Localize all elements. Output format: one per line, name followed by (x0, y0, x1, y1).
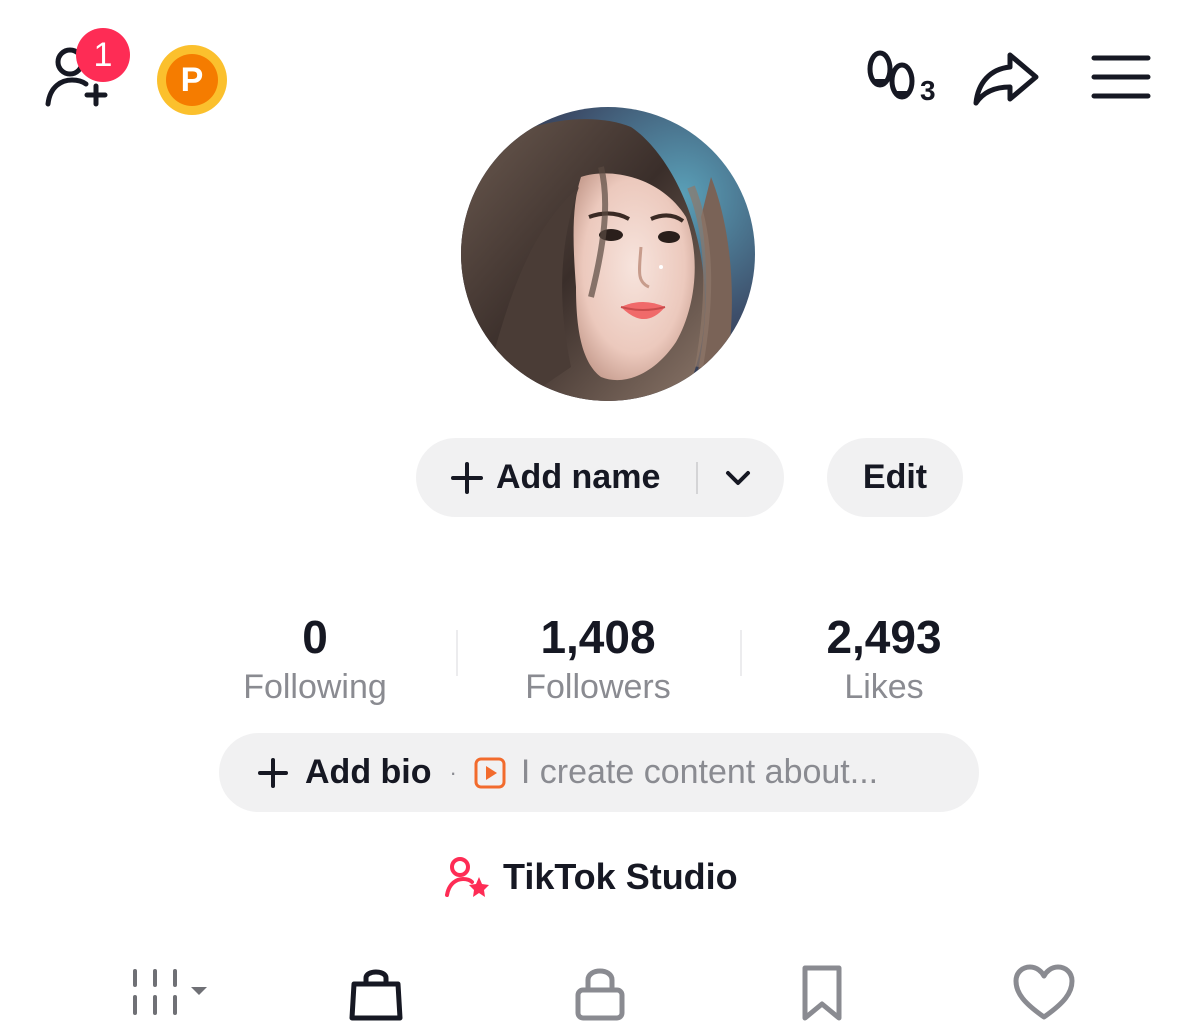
profile-views-button[interactable] (862, 45, 922, 109)
profile-views-count: 3 (920, 75, 936, 106)
bio-hint: I create content about... (520, 753, 879, 791)
stat-following[interactable]: 0 Following (190, 614, 440, 704)
add-bio-label: Add bio (305, 753, 432, 791)
tiktok-studio-link[interactable]: TikTok Studio (445, 852, 738, 902)
chevron-down-icon[interactable] (722, 462, 754, 494)
tab-saved[interactable] (786, 958, 858, 1028)
stat-followers[interactable]: 1,408 Followers (473, 614, 723, 704)
bookmark-icon (802, 965, 842, 1021)
creator-star-icon (445, 857, 489, 897)
plus-icon (450, 461, 484, 495)
tab-videos[interactable] (118, 958, 218, 1028)
followers-count: 1,408 (540, 611, 656, 663)
edit-profile-button[interactable]: Edit (827, 438, 963, 517)
avatar[interactable] (461, 107, 755, 401)
tiktok-studio-label: TikTok Studio (503, 856, 738, 897)
pill-divider (696, 462, 698, 494)
likes-label: Likes (844, 668, 924, 706)
separator-dot: · (449, 759, 457, 785)
followers-label: Followers (525, 668, 671, 706)
grid-icon (133, 969, 207, 1015)
footprints-icon (867, 50, 915, 100)
add-name-button[interactable]: Add name (416, 438, 784, 517)
tab-private[interactable] (564, 958, 636, 1028)
stat-likes[interactable]: 2,493 Likes (759, 614, 1009, 704)
menu-button[interactable] (1088, 50, 1154, 104)
lock-icon (575, 968, 625, 1021)
share-icon (973, 52, 1039, 106)
heart-icon (1013, 964, 1075, 1020)
share-button[interactable] (970, 45, 1042, 109)
coins-button[interactable]: P (157, 45, 227, 115)
add-bio-button[interactable]: Add bio · I create content about... (219, 733, 979, 812)
coin-icon: P (166, 54, 218, 106)
notification-badge: 1 (76, 28, 130, 82)
likes-count: 2,493 (826, 611, 942, 663)
play-icon (473, 756, 507, 790)
avatar-photo (461, 107, 755, 401)
stat-divider (740, 630, 742, 676)
add-name-label: Add name (496, 458, 661, 496)
hamburger-menu-icon (1091, 55, 1151, 99)
tab-liked[interactable] (1004, 958, 1084, 1028)
following-label: Following (243, 668, 387, 706)
plus-icon (257, 757, 289, 789)
tab-shop[interactable] (340, 958, 412, 1028)
shopping-bag-icon (349, 969, 403, 1021)
following-count: 0 (302, 611, 328, 663)
stat-divider (456, 630, 458, 676)
